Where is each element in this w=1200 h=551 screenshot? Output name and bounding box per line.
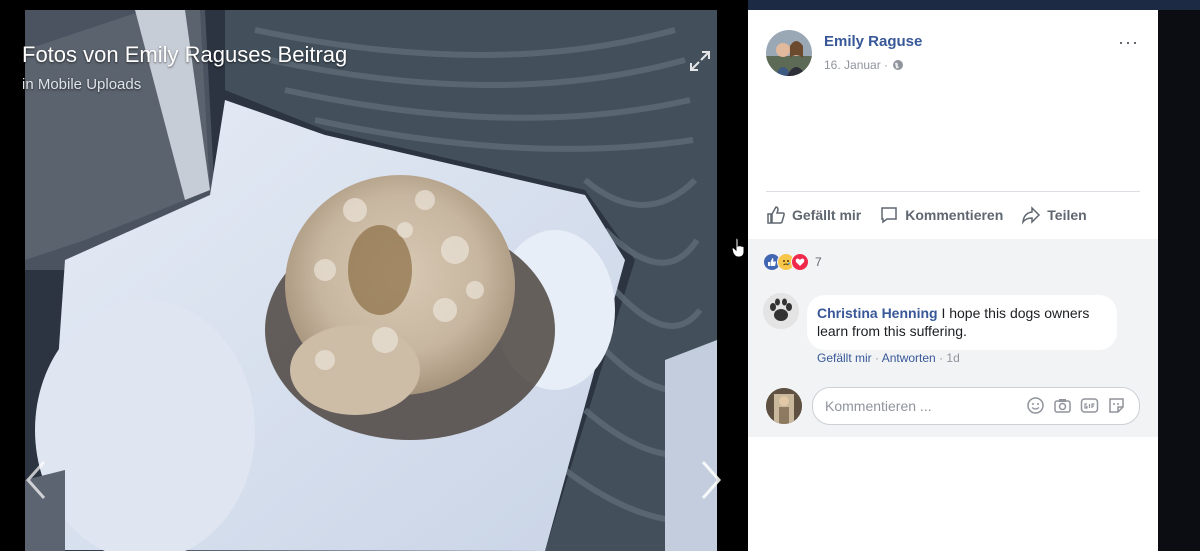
more-options-button[interactable]: ···: [1118, 32, 1139, 53]
comment-composer: [763, 384, 1143, 426]
album-link[interactable]: in Mobile Uploads: [22, 76, 141, 93]
thumbs-up-icon: [767, 206, 785, 224]
photo-area: Fotos von Emily Raguses Beitrag in Mobil…: [0, 0, 748, 551]
post-meta: 16. Januar ·: [824, 58, 904, 72]
gif-icon[interactable]: [1080, 396, 1099, 415]
photo-title: Fotos von Emily Raguses Beitrag: [22, 42, 348, 67]
meta-separator: ·: [875, 351, 882, 365]
comments-area: 7 Christina Henning I hope this dogs own…: [748, 239, 1158, 437]
post-side-panel: Emily Raguse 16. Januar · ··· Gefällt mi…: [748, 10, 1158, 551]
expand-icon[interactable]: [688, 49, 712, 73]
comment-reply-link[interactable]: Antworten: [882, 351, 936, 365]
comment-bubble: Christina Henning I hope this dogs owner…: [807, 295, 1117, 350]
sticker-icon[interactable]: [1107, 396, 1126, 415]
comment-label: Kommentieren: [905, 207, 1004, 223]
share-button[interactable]: Teilen: [1021, 205, 1087, 225]
photo-viewer: Fotos von Emily Raguses Beitrag in Mobil…: [0, 0, 1200, 551]
reactions-summary[interactable]: 7: [763, 253, 822, 271]
composer-icons: [1026, 396, 1126, 415]
post-date[interactable]: 16. Januar ·: [824, 58, 888, 72]
comment-time[interactable]: 1d: [946, 351, 959, 365]
comment-author[interactable]: Christina Henning: [817, 305, 938, 321]
author-avatar[interactable]: [766, 30, 812, 76]
comment-meta: Gefällt mir · Antworten · 1d: [817, 351, 960, 365]
prev-arrow-icon[interactable]: [22, 458, 50, 502]
comment-icon: [881, 207, 897, 224]
reaction-count[interactable]: 7: [815, 255, 822, 269]
share-label: Teilen: [1047, 207, 1087, 223]
like-label: Gefällt mir: [792, 207, 862, 223]
mouse-cursor-icon: [731, 237, 745, 258]
next-arrow-icon[interactable]: [697, 458, 725, 502]
like-button[interactable]: Gefällt mir: [766, 205, 861, 225]
emoji-icon[interactable]: [1026, 396, 1045, 415]
viewer-avatar: [766, 388, 802, 424]
camera-icon[interactable]: [1053, 396, 1072, 415]
comment-like-link[interactable]: Gefällt mir: [817, 351, 872, 365]
share-icon: [1022, 206, 1041, 225]
globe-icon[interactable]: [892, 59, 904, 71]
comment-button[interactable]: Kommentieren: [879, 205, 1003, 225]
divider: [766, 191, 1140, 192]
commenter-avatar[interactable]: [763, 293, 799, 329]
author-name[interactable]: Emily Raguse: [824, 33, 922, 50]
love-reaction-icon: [791, 253, 809, 271]
post-actions: Gefällt mir Kommentieren Teilen: [766, 202, 1140, 228]
background-strip: [1158, 10, 1200, 551]
